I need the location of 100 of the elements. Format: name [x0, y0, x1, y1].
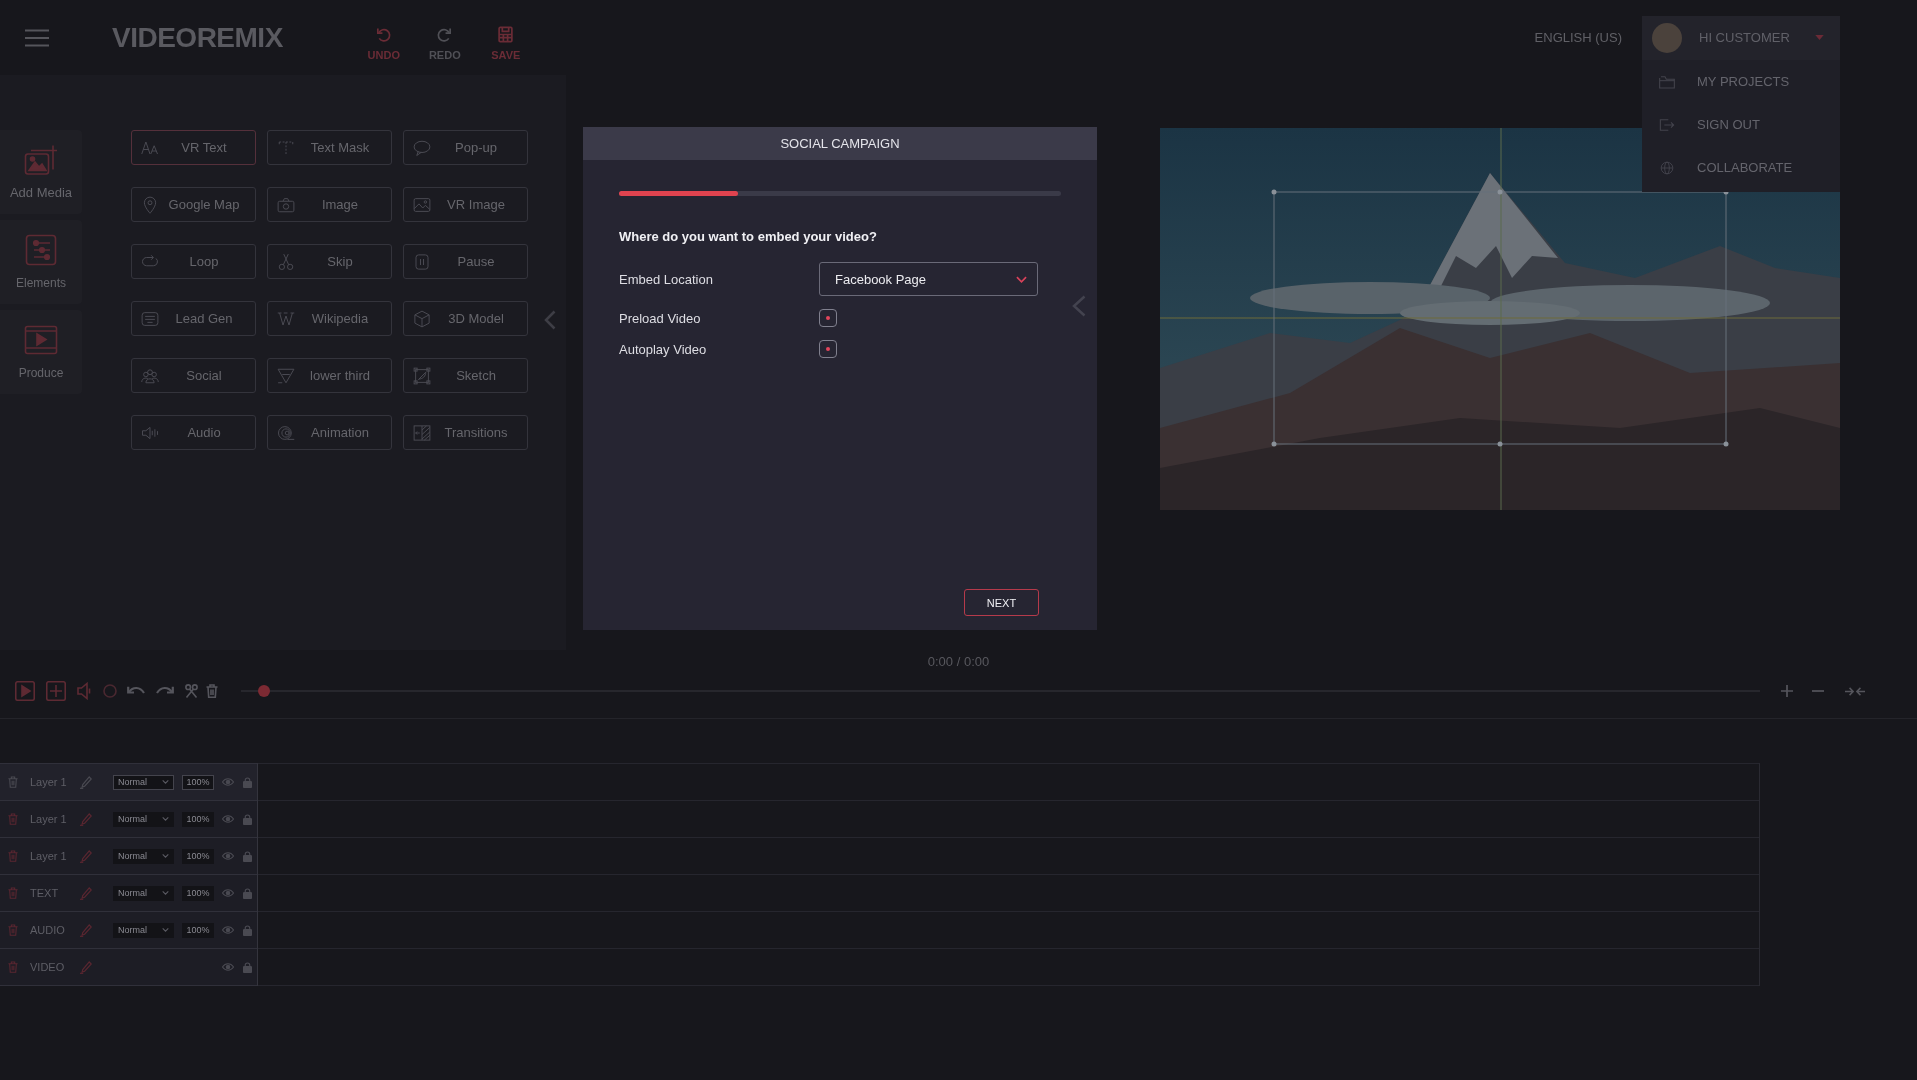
collapse-icon[interactable]: [1845, 685, 1865, 697]
element-button[interactable]: Image: [267, 187, 392, 222]
field-label: Embed Location: [619, 271, 714, 287]
opacity-field[interactable]: 100%: [182, 885, 214, 901]
blend-select[interactable]: Normal: [113, 885, 174, 901]
element-button[interactable]: Animation: [267, 415, 392, 450]
opacity-field[interactable]: 100%: [182, 848, 214, 864]
layer-row[interactable]: Layer 1 Normal 100%: [0, 838, 257, 875]
dropdown-select[interactable]: Facebook Page: [819, 262, 1038, 296]
concentric-circles-icon: [277, 423, 295, 442]
element-button[interactable]: VR Image: [403, 187, 528, 222]
trash-icon[interactable]: [8, 850, 18, 862]
sign-out-icon: [1659, 117, 1675, 132]
time-label: 0:00 / 0:00: [927, 654, 990, 669]
blend-select[interactable]: Normal: [113, 774, 174, 790]
element-button[interactable]: 3D Model: [403, 301, 528, 336]
menu-icon[interactable]: [25, 28, 49, 47]
trash-icon[interactable]: [206, 684, 218, 698]
layer-row[interactable]: Layer 1 Normal 100%: [0, 764, 257, 801]
sidebar-item[interactable]: Produce: [0, 310, 82, 394]
element-button[interactable]: VR Text: [131, 130, 256, 165]
redo-icon[interactable]: [156, 685, 174, 697]
undo-button[interactable]: UNDO: [358, 25, 409, 61]
eye-icon[interactable]: [222, 815, 234, 823]
record-icon[interactable]: [103, 684, 117, 698]
blend-select[interactable]: Normal: [113, 848, 174, 864]
lock-icon[interactable]: [243, 924, 252, 936]
play-icon[interactable]: [15, 681, 35, 701]
pen-icon[interactable]: [80, 849, 92, 863]
trash-icon[interactable]: [8, 813, 18, 825]
undo-icon[interactable]: [127, 685, 145, 697]
sidebar-item[interactable]: Add Media: [0, 130, 82, 214]
blend-select[interactable]: Normal: [113, 811, 174, 827]
add-icon[interactable]: [46, 681, 66, 701]
lock-icon[interactable]: [243, 850, 252, 862]
dot-icon: [826, 316, 830, 320]
element-button[interactable]: Loop: [131, 244, 256, 279]
element-button[interactable]: Lead Gen: [131, 301, 256, 336]
eye-icon[interactable]: [222, 926, 234, 934]
trash-icon[interactable]: [8, 776, 18, 788]
menu-item[interactable]: SIGN OUT: [1642, 104, 1840, 145]
trash-icon[interactable]: [8, 887, 18, 899]
chevron-left-icon[interactable]: [1072, 295, 1086, 317]
element-button[interactable]: Google Map: [131, 187, 256, 222]
eye-icon[interactable]: [222, 778, 234, 786]
trash-icon[interactable]: [8, 924, 18, 936]
save-icon: [497, 25, 515, 43]
lock-icon[interactable]: [243, 813, 252, 825]
pen-icon[interactable]: [80, 812, 92, 826]
layer-row[interactable]: AUDIO Normal 100%: [0, 912, 257, 949]
scissors-icon[interactable]: [185, 684, 198, 698]
element-button[interactable]: Text Mask: [267, 130, 392, 165]
checkbox[interactable]: [819, 340, 837, 358]
selection-frame[interactable]: [1271, 189, 1729, 447]
next-button[interactable]: NEXT: [964, 589, 1039, 616]
pen-icon[interactable]: [80, 960, 92, 974]
checkbox[interactable]: [819, 309, 837, 327]
lock-icon[interactable]: [243, 887, 252, 899]
eye-icon[interactable]: [222, 889, 234, 897]
form-icon: [141, 309, 159, 328]
menu-item[interactable]: MY PROJECTS: [1642, 61, 1840, 102]
pen-icon[interactable]: [80, 775, 92, 789]
trash-icon[interactable]: [8, 961, 18, 973]
scissors-icon: [277, 252, 295, 271]
element-button[interactable]: Sketch: [403, 358, 528, 393]
element-button[interactable]: Social: [131, 358, 256, 393]
pen-icon[interactable]: [80, 923, 92, 937]
menu-item[interactable]: COLLABORATE: [1642, 147, 1840, 188]
layer-row[interactable]: TEXT Normal 100%: [0, 875, 257, 912]
opacity-field[interactable]: 100%: [182, 922, 214, 938]
zoom-in-icon[interactable]: [1781, 685, 1793, 697]
scrubber-thumb[interactable]: [257, 685, 270, 697]
layer-name: AUDIO: [30, 924, 66, 936]
lock-icon[interactable]: [243, 961, 252, 973]
element-button[interactable]: Pause: [403, 244, 528, 279]
element-button[interactable]: lower third: [267, 358, 392, 393]
element-button[interactable]: Wikipedia: [267, 301, 392, 336]
element-button[interactable]: Transitions: [403, 415, 528, 450]
speaker-icon[interactable]: [77, 682, 91, 700]
save-button[interactable]: SAVE: [480, 25, 531, 61]
language-selector[interactable]: ENGLISH (US): [1534, 30, 1622, 45]
cube-icon: [413, 309, 431, 328]
blend-select[interactable]: Normal: [113, 922, 174, 938]
opacity-field[interactable]: 100%: [182, 774, 214, 790]
layer-row[interactable]: Layer 1 Normal 100%: [0, 801, 257, 838]
layer-name: Layer 1: [30, 776, 68, 788]
opacity-field[interactable]: 100%: [182, 811, 214, 827]
layer-row[interactable]: VIDEO: [0, 949, 257, 986]
chevron-left-icon[interactable]: [544, 310, 556, 330]
sidebar-item[interactable]: Elements: [0, 220, 82, 304]
element-button[interactable]: Skip: [267, 244, 392, 279]
pen-icon[interactable]: [80, 886, 92, 900]
element-button[interactable]: Audio: [131, 415, 256, 450]
eye-icon[interactable]: [222, 852, 234, 860]
eye-icon[interactable]: [222, 963, 234, 971]
element-button[interactable]: Pop-up: [403, 130, 528, 165]
globe-icon: [1659, 160, 1675, 175]
user-menu-button[interactable]: HI CUSTOMER: [1642, 15, 1840, 60]
lock-icon[interactable]: [243, 776, 252, 788]
logo: VIDEOREMIX: [112, 22, 283, 53]
